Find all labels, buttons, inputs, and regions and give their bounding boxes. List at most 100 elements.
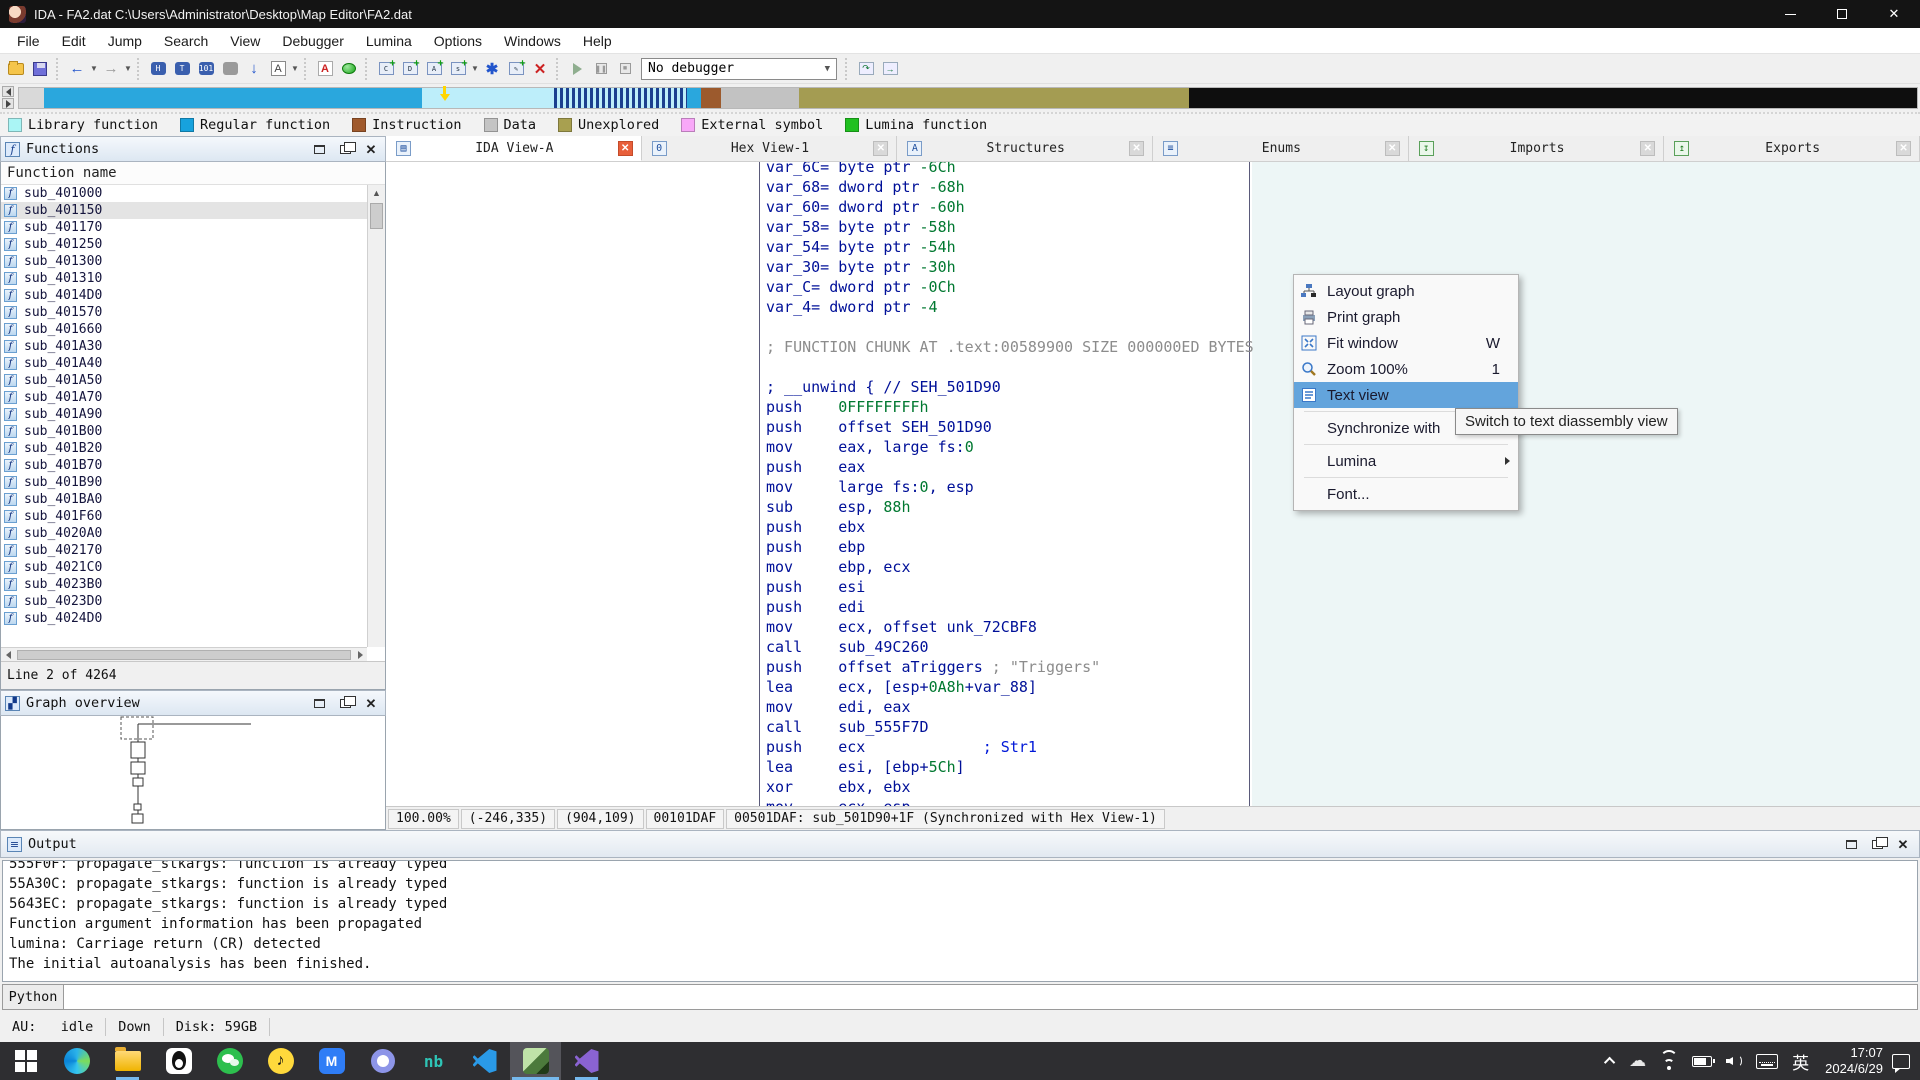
edit-function-button[interactable]: ✎ [505, 58, 527, 80]
function-row[interactable]: fsub_401250 [1, 236, 367, 253]
function-row[interactable]: fsub_401B70 [1, 457, 367, 474]
asm-line[interactable]: sub esp, 88h [766, 497, 1247, 517]
rename-button[interactable]: A [267, 58, 289, 80]
volume-icon[interactable] [1719, 1042, 1749, 1080]
asm-line[interactable]: push 0FFFFFFFFh [766, 397, 1247, 417]
make-string-dropdown[interactable]: ▼ [470, 64, 480, 73]
asm-line[interactable]: push ebp [766, 537, 1247, 557]
asm-line[interactable]: var_54= byte ptr -54h [766, 237, 1247, 257]
navband-segment-regular-function-region[interactable] [44, 88, 422, 108]
panel-float-button[interactable] [1867, 835, 1887, 853]
menu-item-lumina[interactable]: Lumina [1294, 448, 1518, 474]
vscode-icon[interactable] [459, 1042, 510, 1080]
function-row[interactable]: fsub_4023B0 [1, 576, 367, 593]
graph-overview-titlebar[interactable]: ▞ Graph overview ✕ [0, 690, 386, 716]
make-array-button[interactable]: ✱ [481, 58, 503, 80]
asm-line[interactable]: mov ebp, ecx [766, 557, 1247, 577]
save-button[interactable] [29, 58, 51, 80]
asm-line[interactable]: call sub_49C260 [766, 637, 1247, 657]
asm-line[interactable]: xor ebx, ebx [766, 777, 1247, 797]
menu-item-fit-window[interactable]: Fit windowW [1294, 330, 1518, 356]
asm-line[interactable]: mov edi, eax [766, 697, 1247, 717]
asm-line[interactable]: mov ecx, esp [766, 797, 1247, 806]
asm-line[interactable] [766, 317, 1247, 337]
navigation-band[interactable] [18, 87, 1918, 109]
asm-line[interactable]: var_58= byte ptr -58h [766, 217, 1247, 237]
tab-structures[interactable]: AStructures✕ [897, 136, 1153, 161]
asm-line[interactable]: ; __unwind { // SEH_501D90 [766, 377, 1247, 397]
navband-segment-edge-gap[interactable] [19, 88, 44, 108]
tab-close-icon[interactable]: ✕ [1896, 141, 1911, 156]
step-into-button[interactable]: → [879, 58, 901, 80]
asm-line[interactable]: mov large fs:0, esp [766, 477, 1247, 497]
function-row[interactable]: fsub_401150 [1, 202, 367, 219]
navband-scroll-right-button[interactable] [2, 98, 14, 109]
functions-panel-titlebar[interactable]: f Functions ✕ [0, 136, 386, 162]
jump-address-button[interactable]: ↓ [243, 58, 265, 80]
menu-view[interactable]: View [219, 28, 271, 54]
menu-item-font-[interactable]: Font... [1294, 481, 1518, 507]
asm-line[interactable]: var_C= dword ptr -0Ch [766, 277, 1247, 297]
function-row[interactable]: fsub_4021C0 [1, 559, 367, 576]
navband-scroll-left-button[interactable] [2, 86, 14, 97]
open-file-button[interactable] [5, 58, 27, 80]
function-row[interactable]: fsub_401A70 [1, 389, 367, 406]
vscode-insiders-icon[interactable] [561, 1042, 612, 1080]
function-row[interactable]: fsub_401A50 [1, 372, 367, 389]
touch-keyboard-icon[interactable] [1749, 1042, 1785, 1080]
make-code-button[interactable]: C [375, 58, 397, 80]
menu-item-print-graph[interactable]: Print graph [1294, 304, 1518, 330]
ring-app-icon[interactable] [357, 1042, 408, 1080]
asm-line[interactable]: var_30= byte ptr -30h [766, 257, 1247, 277]
minimize-button[interactable] [1764, 0, 1816, 28]
panel-maximize-button[interactable] [309, 694, 329, 712]
asm-line[interactable]: lea ecx, [esp+0A8h+var_88] [766, 677, 1247, 697]
panel-close-button[interactable]: ✕ [361, 694, 381, 712]
make-string-button[interactable]: s [447, 58, 469, 80]
step-over-button[interactable]: ↷ [855, 58, 877, 80]
tab-close-icon[interactable]: ✕ [618, 141, 633, 156]
asm-line[interactable]: var_4= dword ptr -4 [766, 297, 1247, 317]
make-name-button[interactable]: A [423, 58, 445, 80]
scroll-up-icon[interactable]: ▲ [368, 185, 385, 201]
file-explorer-icon[interactable] [102, 1042, 153, 1080]
disassembly-node[interactable]: var_6C= byte ptr -6Chvar_68= dword ptr -… [759, 162, 1250, 806]
tab-exports[interactable]: ↥Exports✕ [1664, 136, 1920, 161]
navband-segment-data-region[interactable] [721, 88, 799, 108]
ida-taskbar-icon[interactable] [510, 1042, 561, 1080]
asm-line[interactable]: call sub_555F7D [766, 717, 1247, 737]
wifi-icon[interactable] [1653, 1042, 1685, 1080]
asm-line[interactable]: push offset aTriggers ; "Triggers" [766, 657, 1247, 677]
debugger-stop-button[interactable]: ■ [614, 58, 636, 80]
jump-back-button[interactable]: ← [66, 58, 88, 80]
maximize-button[interactable] [1816, 0, 1868, 28]
menu-help[interactable]: Help [572, 28, 623, 54]
tab-imports[interactable]: ↧Imports✕ [1409, 136, 1665, 161]
asm-line[interactable]: var_68= dword ptr -68h [766, 177, 1247, 197]
python-cli-button[interactable]: Python [2, 984, 64, 1010]
m-app-icon[interactable]: M [306, 1042, 357, 1080]
function-row[interactable]: fsub_402170 [1, 542, 367, 559]
search-again-button[interactable] [219, 58, 241, 80]
tab-ida-view-a[interactable]: ▤IDA View-A✕ [386, 136, 642, 161]
function-row[interactable]: fsub_401B00 [1, 423, 367, 440]
nb-app-icon[interactable]: nb [408, 1042, 459, 1080]
menu-lumina[interactable]: Lumina [355, 28, 423, 54]
functions-horizontal-scrollbar[interactable] [1, 647, 367, 661]
battery-icon[interactable] [1685, 1042, 1719, 1080]
action-center-icon[interactable] [1892, 1054, 1910, 1069]
tab-close-icon[interactable]: ✕ [1385, 141, 1400, 156]
menu-item-layout-graph[interactable]: Layout graph [1294, 278, 1518, 304]
jump-back-dropdown[interactable]: ▼ [89, 64, 99, 73]
function-row[interactable]: fsub_4023D0 [1, 593, 367, 610]
output-titlebar[interactable]: ≡ Output ✕ [0, 830, 1920, 858]
scrollbar-thumb[interactable] [370, 203, 383, 229]
qq-icon[interactable] [153, 1042, 204, 1080]
asm-line[interactable]: var_60= dword ptr -60h [766, 197, 1247, 217]
menu-windows[interactable]: Windows [493, 28, 572, 54]
start-button[interactable] [0, 1042, 51, 1080]
scroll-right-icon[interactable] [353, 651, 367, 659]
asm-line[interactable]: push offset SEH_501D90 [766, 417, 1247, 437]
asm-line[interactable]: push ebx [766, 517, 1247, 537]
make-data-button[interactable]: D [399, 58, 421, 80]
